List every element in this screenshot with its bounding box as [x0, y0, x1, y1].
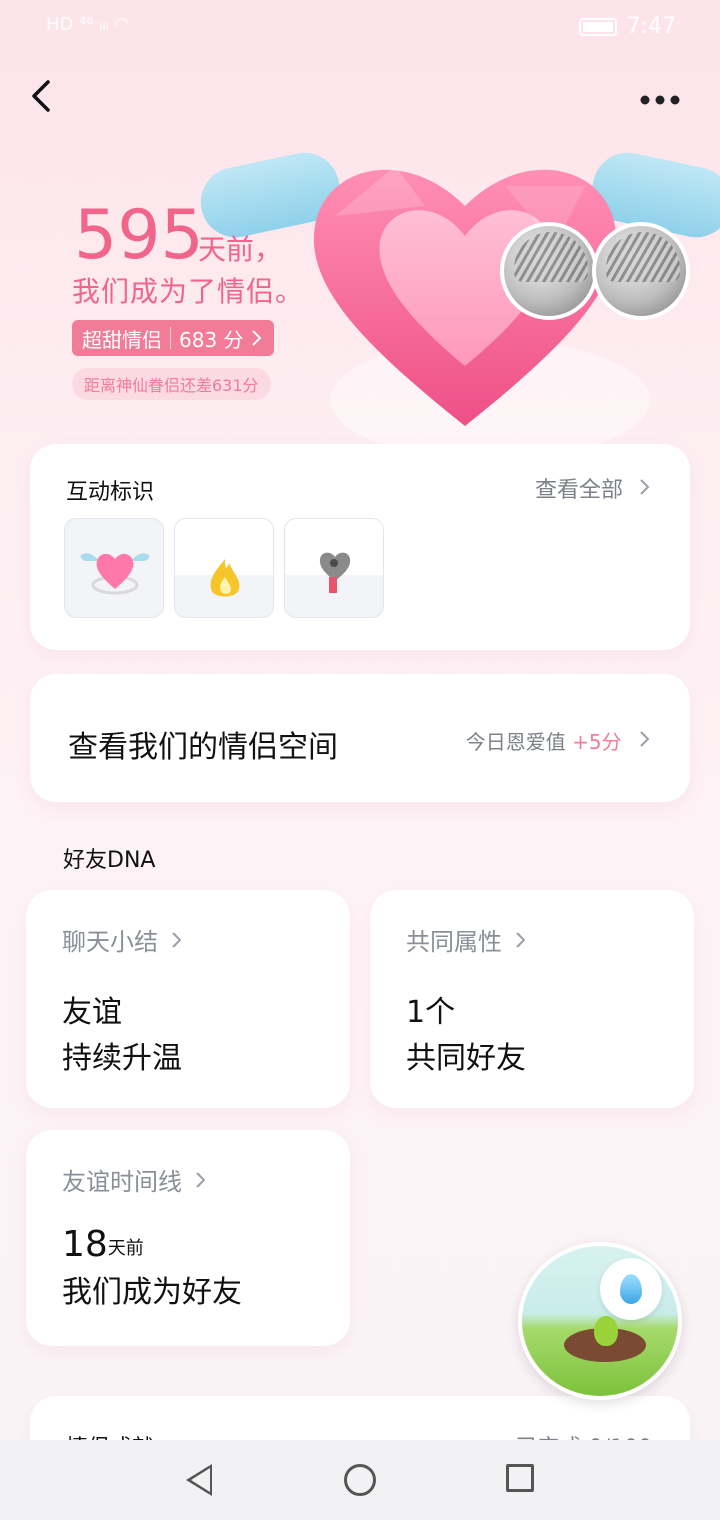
flame-icon	[210, 559, 240, 597]
battery-icon	[578, 17, 617, 36]
timeline-line2: 我们成为好友	[62, 1275, 242, 1310]
timeline-days-row: 18天前	[62, 1222, 242, 1270]
nav-home-icon[interactable]	[344, 1464, 376, 1496]
chat-summary-line2: 持续升温	[62, 1041, 182, 1076]
avatar-art	[514, 232, 588, 282]
locked-heart-icon	[319, 552, 351, 593]
friend-dna-title: 好友DNA	[63, 848, 156, 873]
timeline-head: 友谊时间线	[62, 1162, 208, 1197]
garden-widget[interactable]	[518, 1242, 682, 1400]
chat-summary-card[interactable]: 聊天小结 友谊 持续升温	[26, 890, 350, 1108]
hero-section: 595 天前， 我们成为了情侣。 超甜情侣 683 分 距离神仙眷侣还差631分	[0, 120, 720, 460]
chat-summary-body: 友谊 持续升温	[62, 990, 182, 1082]
couple-level-label: 超甜情侣	[82, 327, 162, 352]
status-right: 7:47	[578, 14, 676, 39]
badge-flame[interactable]	[174, 518, 274, 618]
avatar[interactable]	[500, 222, 598, 320]
back-button[interactable]	[22, 76, 62, 116]
status-bar: HD ⁴⁶ ᵢₗₗ ◠ 7:47	[0, 0, 720, 56]
chevron-right-icon	[640, 479, 650, 495]
love-score-label: 今日恩爱值	[465, 730, 566, 754]
avatar[interactable]	[592, 222, 690, 320]
love-score-value: +5分	[572, 730, 622, 754]
timeline-days: 18	[62, 1224, 108, 1265]
timeline-body: 18天前 我们成为好友	[62, 1222, 242, 1316]
status-signal-text: HD ⁴⁶ ᵢₗₗ ◠	[46, 14, 130, 35]
common-attributes-head: 共同属性	[406, 922, 528, 957]
chat-summary-head: 聊天小结	[62, 922, 184, 957]
interaction-badges-card: 互动标识 查看全部	[30, 444, 690, 650]
chevron-right-icon	[515, 932, 526, 948]
more-horizontal-icon	[640, 95, 680, 105]
chevron-right-icon	[251, 330, 261, 346]
common-attributes-line1: 1个	[406, 995, 456, 1030]
couple-space-title: 查看我们的情侣空间	[68, 730, 338, 765]
goal-hint: 距离神仙眷侣还差631分	[72, 368, 271, 400]
water-bubble[interactable]	[600, 1258, 662, 1320]
timeline-days-suffix: 天前	[107, 1238, 144, 1259]
couple-score: 683 分	[179, 327, 244, 352]
chevron-left-icon	[32, 80, 50, 112]
view-all-label: 查看全部	[534, 478, 623, 503]
chat-summary-label: 聊天小结	[62, 928, 158, 956]
timeline-label: 友谊时间线	[62, 1168, 182, 1196]
winged-heart-icon	[80, 553, 150, 595]
common-attributes-body: 1个 共同好友	[406, 990, 526, 1082]
system-nav-bar	[0, 1440, 720, 1520]
common-attributes-card[interactable]: 共同属性 1个 共同好友	[370, 890, 694, 1108]
water-drop-icon	[620, 1274, 642, 1304]
status-time: 7:47	[626, 14, 676, 39]
days-suffix: 天前，	[198, 233, 283, 266]
badges-title: 互动标识	[66, 480, 155, 505]
chevron-right-icon	[171, 932, 182, 948]
sprout-egg-icon	[594, 1316, 618, 1346]
days-count: 595	[74, 196, 204, 275]
daily-love-score: 今日恩爱值 +5分	[466, 726, 652, 755]
more-button[interactable]	[640, 82, 680, 110]
status-icons: HD ⁴⁶ ᵢₗₗ ◠	[46, 14, 130, 35]
chevron-right-icon	[640, 731, 650, 747]
avatar-art	[606, 232, 680, 282]
view-all-link[interactable]: 查看全部	[535, 472, 652, 504]
nav-back-icon[interactable]	[186, 1464, 212, 1496]
badge-divider	[170, 327, 171, 349]
chat-summary-line1: 友谊	[62, 995, 122, 1030]
common-attributes-line2: 共同好友	[406, 1041, 526, 1076]
couple-level-badge[interactable]: 超甜情侣 683 分	[72, 320, 274, 356]
nav-recents-icon[interactable]	[506, 1464, 534, 1492]
chevron-right-icon	[195, 1172, 206, 1188]
hero-subtitle: 我们成为了情侣。	[72, 275, 305, 308]
friendship-timeline-card[interactable]: 友谊时间线 18天前 我们成为好友	[26, 1130, 350, 1346]
badge-locked-heart[interactable]	[284, 518, 384, 618]
couple-space-card[interactable]: 查看我们的情侣空间 今日恩爱值 +5分	[30, 674, 690, 802]
common-attributes-label: 共同属性	[406, 928, 502, 956]
badge-winged-heart[interactable]	[64, 518, 164, 618]
